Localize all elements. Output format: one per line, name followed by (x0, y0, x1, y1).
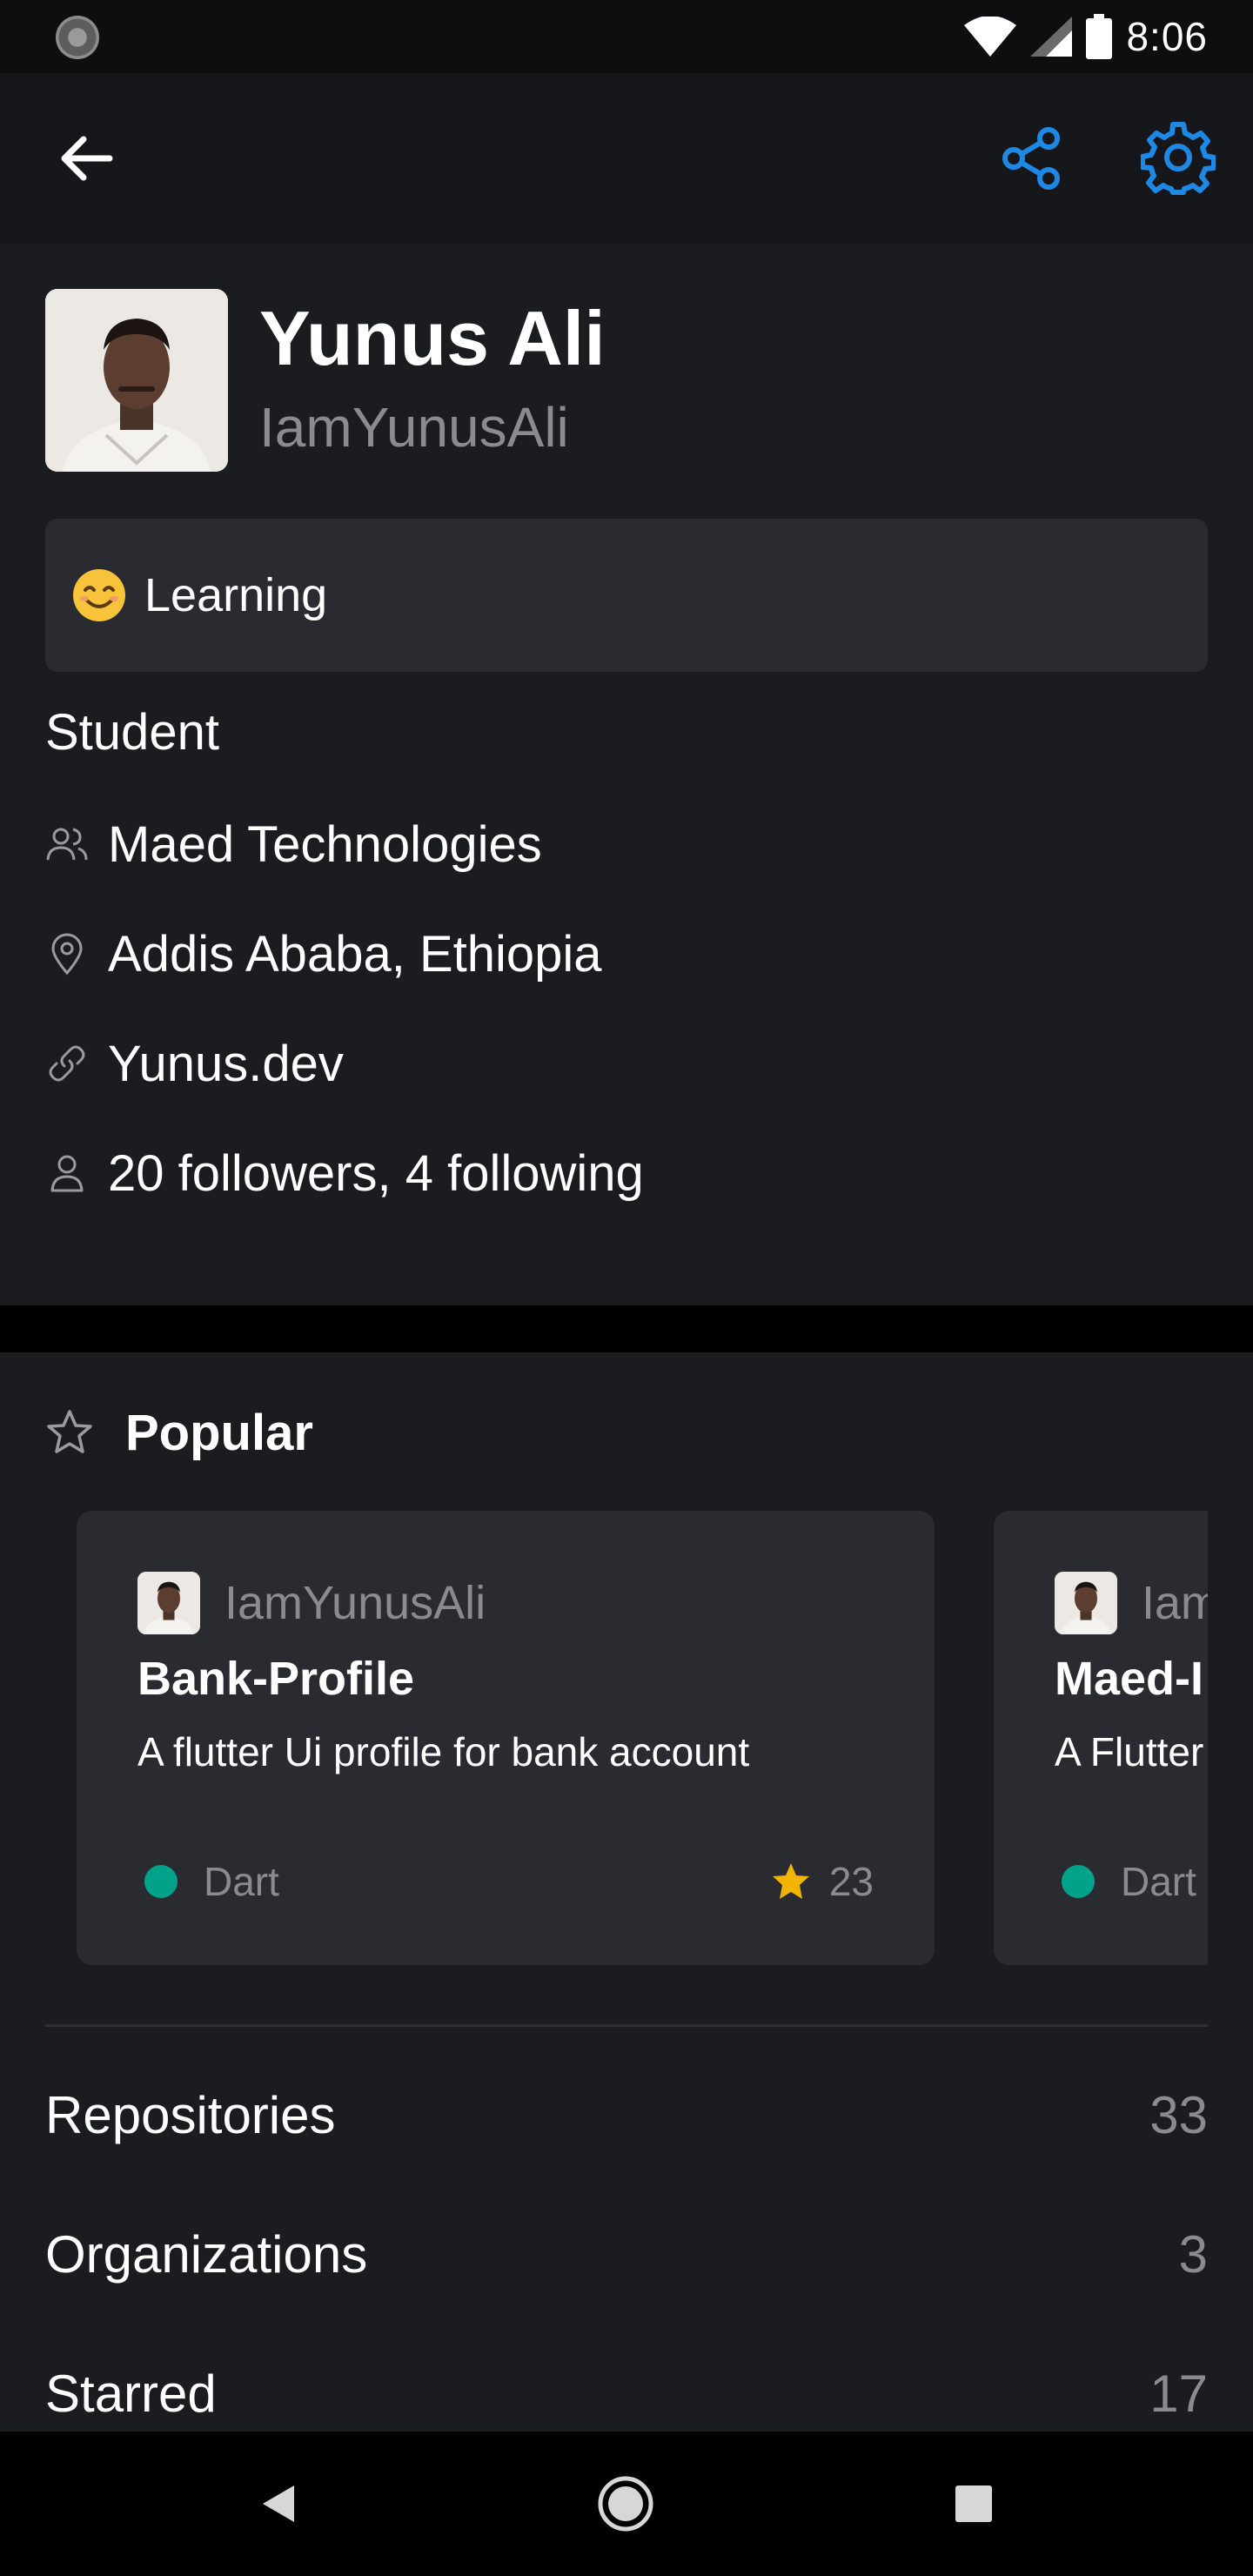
stat-value: 33 (1149, 2085, 1208, 2144)
nav-back-button[interactable] (240, 2466, 315, 2541)
wifi-icon (964, 17, 1017, 57)
repo-name: Maed-I (1055, 1653, 1204, 1705)
popular-carousel[interactable]: IamYunusAli Bank-Profile A flutter Ui pr… (45, 1352, 1208, 2014)
website-row[interactable]: Yunus.dev (45, 1029, 344, 1098)
star-filled-icon (772, 1863, 809, 1899)
stat-value: 3 (1178, 2224, 1208, 2284)
repo-owner: IamYunusAli (224, 1577, 486, 1629)
repo-name: Bank-Profile (137, 1653, 415, 1705)
back-arrow-icon (61, 136, 113, 181)
location-pin-icon (45, 932, 89, 976)
section-divider (0, 1305, 1253, 1352)
system-nav-bar (0, 2432, 1253, 2576)
location-text: Addis Ababa, Ethiopia (108, 925, 602, 983)
owner-avatar (137, 1572, 200, 1634)
repo-description: A Flutter (1055, 1729, 1204, 1774)
profile-section: Yunus Ali IamYunusAli Learning Student M… (0, 244, 1253, 1305)
repo-language: Dart (1062, 1855, 1196, 1908)
company-row[interactable]: Maed Technologies (45, 809, 542, 879)
star-count: 23 (828, 1859, 874, 1904)
status-time: 8:06 (1126, 14, 1208, 59)
popular-section: Popular IamYunusAli Bank-Profile A flutt… (0, 1352, 1253, 2432)
repo-stars: 23 (770, 1855, 874, 1908)
company-text: Maed Technologies (108, 815, 542, 873)
follow-summary: 20 followers, 4 following (108, 1144, 644, 1202)
repo-card[interactable]: IamYunusAli Maed-I A Flutter Dart (994, 1511, 1208, 1965)
repo-owner-row: IamYunusAli (1055, 1572, 1208, 1634)
stat-label: Repositories (45, 2085, 336, 2144)
nav-home-button[interactable] (588, 2466, 663, 2541)
avatar[interactable] (45, 289, 228, 472)
person-icon (45, 1151, 89, 1195)
nav-recents-button[interactable] (936, 2466, 1011, 2541)
status-bar: 8:06 (0, 0, 1253, 73)
status-icons: 8:06 (964, 9, 1208, 64)
battery-icon (1086, 14, 1113, 59)
profile-name: Yunus Ali (259, 295, 606, 381)
stat-label: Starred (45, 2364, 217, 2423)
share-icon (1002, 127, 1060, 190)
link-icon (45, 1042, 89, 1085)
language-name: Dart (1121, 1859, 1196, 1904)
app-bar (0, 73, 1253, 244)
nav-back-icon (263, 2485, 294, 2522)
share-button[interactable] (992, 118, 1072, 198)
language-color-dot (144, 1865, 178, 1898)
nav-home-icon (598, 2476, 653, 2532)
language-color-dot (1062, 1865, 1095, 1898)
user-status-card[interactable]: Learning (45, 519, 1208, 672)
repo-description: A flutter Ui profile for bank account (137, 1729, 750, 1774)
location-row: Addis Ababa, Ethiopia (45, 919, 602, 989)
repo-card[interactable]: IamYunusAli Bank-Profile A flutter Ui pr… (77, 1511, 935, 1965)
starred-row[interactable]: Starred 17 (45, 2341, 1208, 2445)
smiling-face-icon (73, 569, 125, 621)
divider (45, 2024, 1208, 2027)
back-button[interactable] (45, 118, 125, 198)
language-name: Dart (204, 1859, 279, 1904)
people-icon (45, 822, 89, 866)
profile-bio: Student (45, 704, 219, 761)
repo-owner: IamYunusAli (1142, 1577, 1208, 1629)
repo-language: Dart (144, 1855, 279, 1908)
repositories-row[interactable]: Repositories 33 (45, 2063, 1208, 2167)
stat-label: Organizations (45, 2224, 368, 2284)
follow-row[interactable]: 20 followers, 4 following (45, 1138, 644, 1208)
cellular-signal-icon (1030, 17, 1073, 57)
settings-button[interactable] (1138, 118, 1218, 198)
nav-recents-icon (955, 2485, 992, 2522)
website-link[interactable]: Yunus.dev (108, 1035, 344, 1093)
organizations-row[interactable]: Organizations 3 (45, 2202, 1208, 2306)
profile-login: IamYunusAli (259, 396, 569, 459)
repo-owner-row: IamYunusAli (137, 1572, 486, 1634)
gear-icon (1141, 122, 1216, 195)
owner-avatar (1055, 1572, 1117, 1634)
user-status-text: Learning (144, 569, 328, 621)
loading-indicator-icon (56, 16, 99, 59)
stat-value: 17 (1149, 2364, 1208, 2423)
